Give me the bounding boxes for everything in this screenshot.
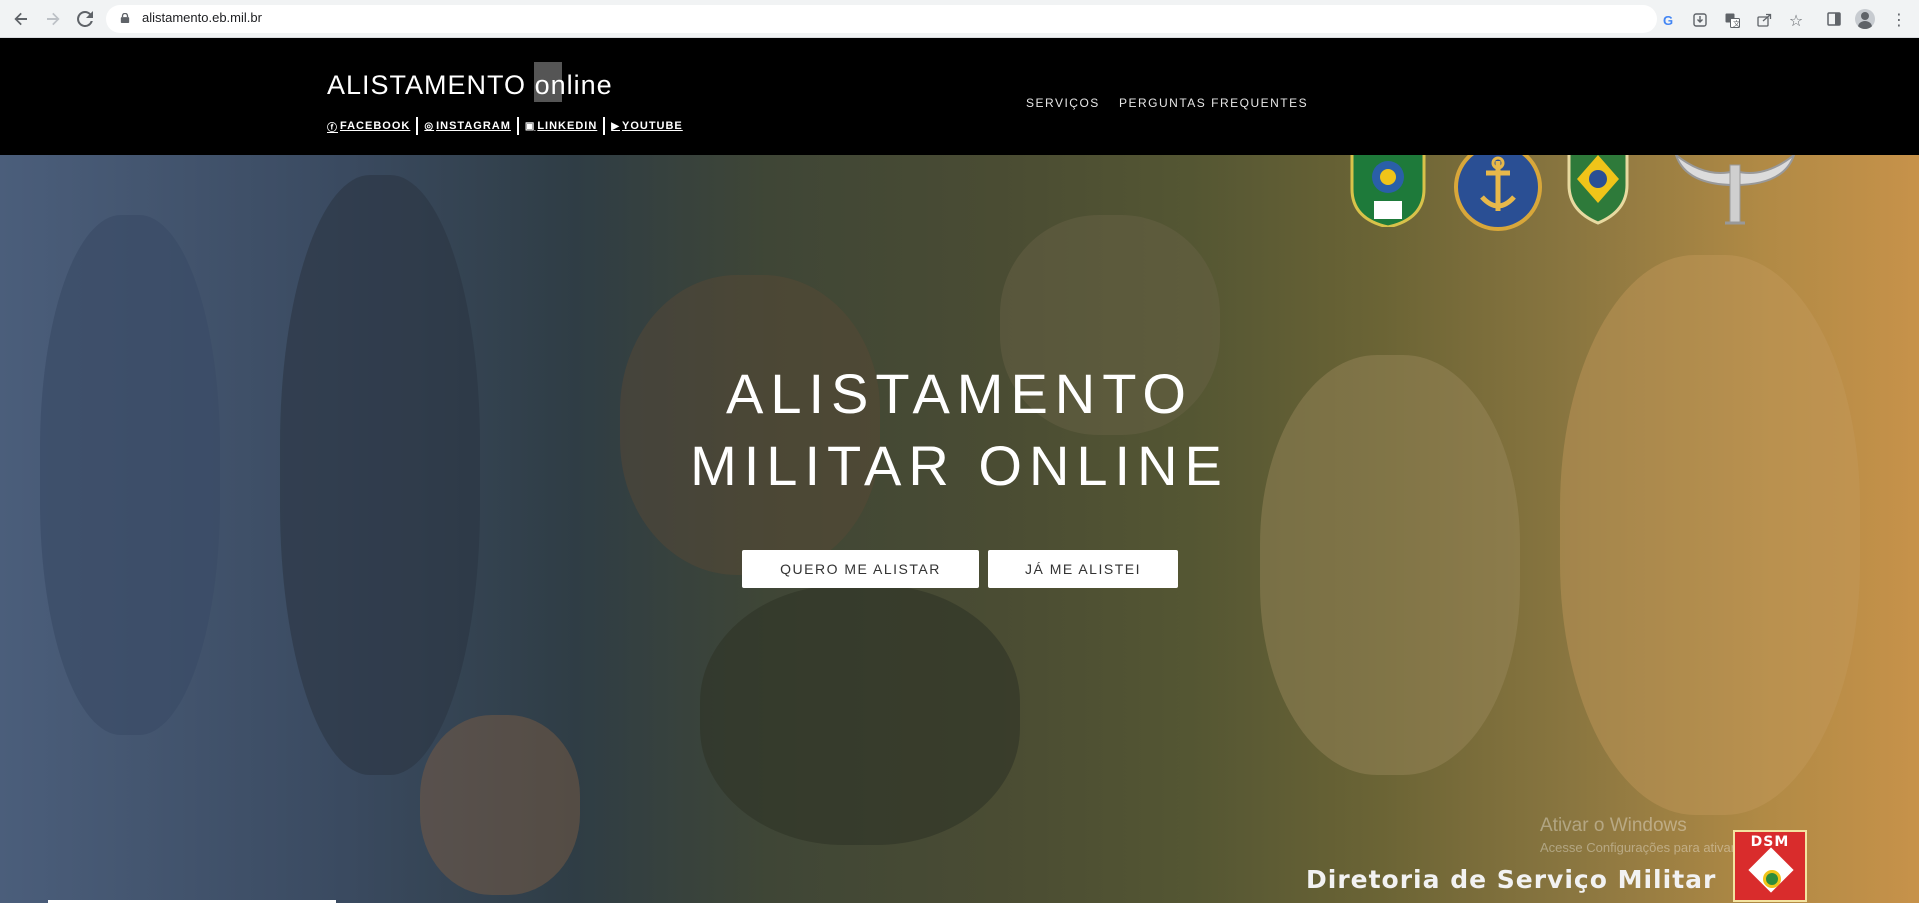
nav-servicos[interactable]: SERVIÇOS: [1026, 96, 1100, 110]
airforce-emblem-icon: [1670, 155, 1800, 229]
logo-sub-text: online: [534, 70, 613, 100]
google-icon[interactable]: G: [1659, 11, 1677, 29]
facebook-label: FACEBOOK: [340, 120, 411, 132]
linkedin-link[interactable]: ▣ LINKEDIN: [525, 120, 597, 132]
hero-title-line2: MILITAR ONLINE: [690, 434, 1229, 497]
reload-icon: [77, 11, 93, 27]
address-bar[interactable]: alistamento.eb.mil.br G 文 ☆: [106, 5, 1803, 33]
menu-kebab-icon[interactable]: ⋮: [1887, 7, 1911, 31]
svg-text:文: 文: [1733, 19, 1740, 28]
social-links: ⓕ FACEBOOK ◎ INSTAGRAM ▣ LINKEDIN ▶ YOUTUBE: [327, 117, 683, 135]
logo-main-text: ALISTAMENTO: [327, 70, 527, 100]
bookmark-star-icon[interactable]: ☆: [1787, 11, 1805, 30]
translate-icon[interactable]: 文: [1723, 11, 1741, 29]
windows-activation-title: Ativar o Windows: [1540, 815, 1687, 836]
back-button[interactable]: [9, 7, 33, 31]
enlist-button[interactable]: QUERO ME ALISTAR: [742, 550, 979, 588]
hero-title: ALISTAMENTO MILITAR ONLINE: [0, 358, 1919, 502]
side-panel-icon[interactable]: [1822, 7, 1846, 31]
defense-emblem-icon: [1348, 155, 1428, 227]
reload-button[interactable]: [73, 7, 97, 31]
background-shape: [1560, 255, 1860, 815]
facebook-icon: ⓕ: [327, 122, 338, 134]
youtube-label: YOUTUBE: [621, 120, 683, 132]
divider: [516, 117, 519, 135]
dsm-logo-icon: DSM: [1733, 830, 1807, 902]
forward-arrow-icon: [47, 12, 60, 26]
youtube-icon: ▶: [611, 120, 620, 132]
linkedin-icon: ▣: [524, 120, 536, 132]
instagram-link[interactable]: ◎ INSTAGRAM: [424, 120, 511, 132]
instagram-label: INSTAGRAM: [436, 120, 511, 132]
youtube-link[interactable]: ▶ YOUTUBE: [611, 120, 682, 132]
browser-toolbar: alistamento.eb.mil.br G 文 ☆ ⋮: [0, 0, 1919, 38]
army-emblem-icon: [1565, 155, 1631, 229]
divider: [603, 117, 606, 135]
divider: [416, 117, 419, 135]
dsm-dot: [1763, 870, 1781, 888]
linkedin-label: LINKEDIN: [537, 120, 598, 132]
profile-icon: [1855, 9, 1875, 29]
facebook-link[interactable]: ⓕ FACEBOOK: [327, 119, 410, 134]
lock-icon: [120, 13, 130, 23]
instagram-icon: ◎: [424, 120, 435, 132]
nav-perguntas-frequentes[interactable]: PERGUNTAS FREQUENTES: [1119, 96, 1308, 110]
site-header: ALISTAMENTO online ⓕ FACEBOOK ◎ INSTAGRAM …: [0, 38, 1919, 155]
share-icon[interactable]: [1755, 11, 1773, 29]
navy-emblem-icon: [1452, 155, 1544, 231]
profile-avatar[interactable]: [1853, 7, 1877, 31]
hero-title-line1: ALISTAMENTO: [725, 362, 1193, 425]
background-shape: [700, 585, 1020, 845]
url-text: alistamento.eb.mil.br: [142, 10, 262, 25]
background-shape: [420, 715, 580, 895]
forward-button[interactable]: [41, 7, 65, 31]
install-icon[interactable]: [1691, 11, 1709, 29]
hero-banner: ALISTAMENTO MILITAR ONLINE QUERO ME ALIS…: [0, 155, 1919, 903]
already-enlisted-button[interactable]: JÁ ME ALISTEI: [988, 550, 1178, 588]
back-arrow-icon: [14, 12, 27, 26]
dsm-caption: Diretoria de Serviço Militar: [1306, 865, 1717, 894]
site-logo[interactable]: ALISTAMENTO online: [327, 62, 613, 102]
